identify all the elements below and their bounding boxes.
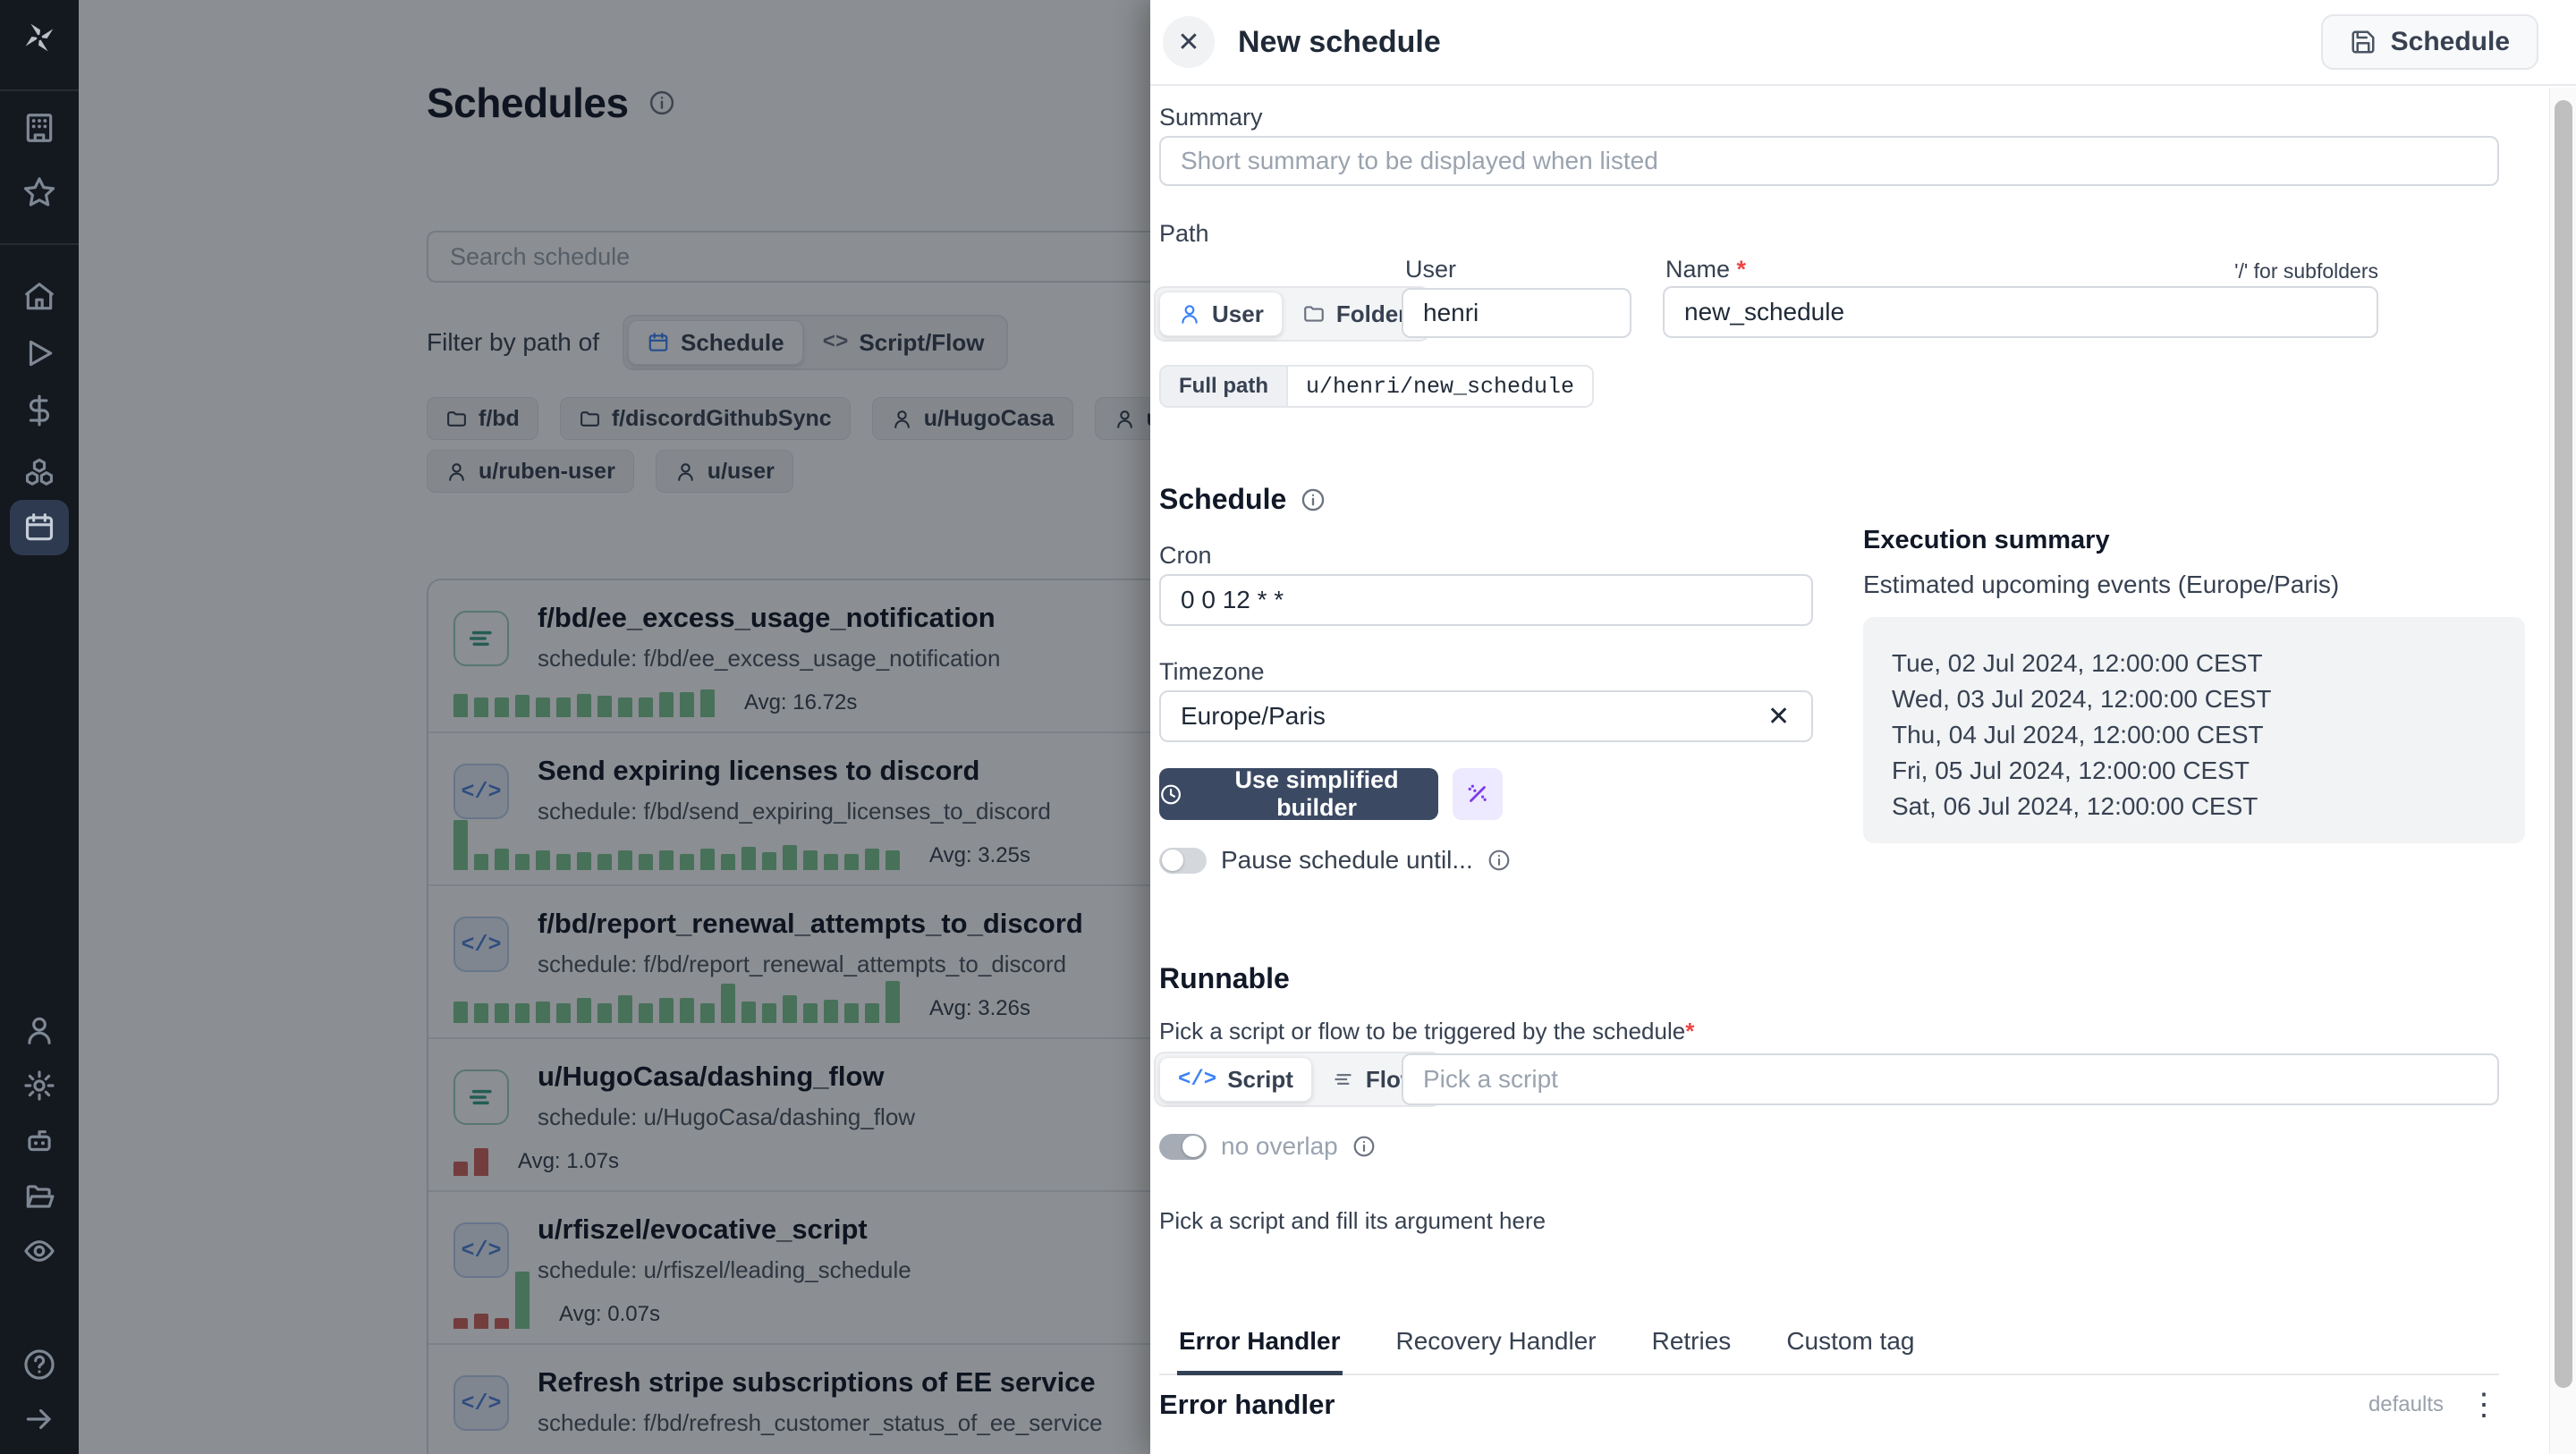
sidebar-item-folders[interactable]	[0, 1168, 79, 1225]
person-icon	[1182, 305, 1198, 324]
error-handler-heading: Error handler	[1159, 1389, 1335, 1420]
sidebar-item-schedules[interactable]	[0, 499, 79, 556]
full-path-value: u/henri/new_schedule	[1285, 367, 1593, 406]
sidebar-item-home[interactable]	[0, 268, 79, 325]
runnable-kind-toggle: </> Script Flow	[1154, 1052, 1443, 1107]
scrollbar-thumb[interactable]	[2555, 100, 2572, 1388]
owner-option-label: User	[1212, 300, 1264, 327]
save-button-label: Schedule	[2390, 27, 2510, 56]
error-handler-row: Error handler defaults ⋮	[1159, 1389, 2499, 1421]
execution-summary-heading: Execution summary	[1863, 526, 2110, 554]
handler-tab[interactable]: Retries	[1650, 1327, 1733, 1374]
save-icon	[2351, 30, 2375, 54]
builder-button-label: Use simplified builder	[1234, 766, 1399, 821]
no-overlap-row: no overlap	[1159, 1132, 1376, 1161]
cron-input[interactable]	[1159, 574, 1813, 626]
app: Schedules Filter by path of Schedule <> …	[0, 0, 2576, 1454]
owner-option-user[interactable]: User	[1159, 292, 1283, 336]
full-path-display: Full path u/henri/new_schedule	[1159, 365, 1595, 408]
timezone-clear-icon[interactable]: ✕	[1767, 701, 1790, 732]
new-schedule-drawer: ✕ New schedule Schedule Summary Path Use…	[1150, 0, 2576, 1454]
flow-icon	[1335, 1074, 1352, 1085]
windmill-logo-icon[interactable]	[0, 13, 79, 63]
summary-input[interactable]	[1159, 136, 2499, 186]
user-column-label: User	[1405, 256, 1457, 283]
timezone-label: Timezone	[1159, 658, 1265, 685]
handler-tabs: Error Handler Recovery Handler Retries C…	[1159, 1327, 2499, 1375]
no-overlap-label: no overlap	[1221, 1132, 1338, 1160]
upcoming-event: Tue, 02 Jul 2024, 12:00:00 CEST	[1892, 649, 2263, 677]
upcoming-event: Fri, 05 Jul 2024, 12:00:00 CEST	[1892, 757, 2250, 784]
folder-icon	[1303, 306, 1324, 322]
handler-tab[interactable]: Recovery Handler	[1394, 1327, 1598, 1374]
handler-tab[interactable]: Error Handler	[1177, 1327, 1343, 1375]
magic-wand-icon	[1468, 784, 1487, 802]
sidebar-collapse-arrow[interactable]	[0, 1391, 79, 1448]
cron-label: Cron	[1159, 542, 1212, 569]
drawer-body: Summary Path User Name * '/' for subfold…	[1150, 88, 2549, 1454]
upcoming-event: Sat, 06 Jul 2024, 12:00:00 CEST	[1892, 792, 2258, 820]
sidebar-item-variables[interactable]	[0, 382, 79, 439]
full-path-label: Full path	[1161, 367, 1286, 406]
sidebar-item-user[interactable]	[0, 1002, 79, 1059]
drawer-header: ✕ New schedule Schedule	[1150, 0, 2576, 86]
code-icon: </>	[1178, 1067, 1217, 1092]
pause-schedule-toggle[interactable]	[1159, 847, 1207, 874]
info-icon[interactable]	[1301, 487, 1326, 512]
tab-label: Recovery Handler	[1395, 1327, 1597, 1355]
runnable-hint: Pick a script and fill its argument here	[1159, 1207, 1546, 1234]
sidebar-item-workers[interactable]	[0, 1112, 79, 1170]
timezone-input[interactable]	[1159, 690, 1813, 742]
simplified-builder-button[interactable]: Use simplified builder	[1159, 766, 1438, 821]
ai-wand-button[interactable]	[1453, 768, 1503, 820]
sidebar-item-help[interactable]	[0, 1336, 79, 1393]
sidebar-item-runs[interactable]	[0, 325, 79, 382]
summary-label: Summary	[1159, 104, 1263, 131]
handler-tab[interactable]: Custom tag	[1784, 1327, 1916, 1374]
info-icon[interactable]	[1487, 849, 1511, 872]
required-asterisk: *	[1736, 256, 1747, 283]
tab-label: Custom tag	[1786, 1327, 1915, 1355]
kebab-menu-icon[interactable]: ⋮	[2469, 1390, 2499, 1420]
sidebar-item-audit[interactable]	[0, 1222, 79, 1280]
pause-schedule-row: Pause schedule until...	[1159, 846, 1511, 875]
subfolder-hint: '/' for subfolders	[2234, 259, 2378, 283]
path-user-input[interactable]	[1402, 288, 1631, 338]
sidebar	[0, 0, 79, 1454]
clock-icon	[1161, 784, 1181, 804]
owner-kind-toggle: User Folder	[1154, 286, 1431, 342]
save-schedule-button[interactable]: Schedule	[2320, 14, 2538, 70]
no-overlap-toggle[interactable]	[1159, 1133, 1207, 1160]
sidebar-item-workspace[interactable]	[0, 99, 79, 156]
pick-runnable-label: Pick a script or flow to be triggered by…	[1159, 1018, 1695, 1044]
drawer-scrollbar[interactable]	[2549, 88, 2576, 1454]
sidebar-item-resources[interactable]	[0, 443, 79, 500]
sidebar-item-favorites[interactable]	[0, 164, 79, 221]
pause-schedule-label: Pause schedule until...	[1221, 846, 1473, 874]
tab-label: Retries	[1651, 1327, 1732, 1355]
kind-option-label: Script	[1227, 1065, 1293, 1093]
sidebar-divider	[0, 243, 79, 245]
path-section-label: Path	[1159, 220, 1209, 247]
tab-label: Error Handler	[1179, 1327, 1341, 1355]
script-picker-input[interactable]	[1402, 1053, 2499, 1105]
close-icon[interactable]: ✕	[1163, 16, 1215, 68]
kind-option-script[interactable]: </> Script	[1159, 1057, 1312, 1102]
drawer-title: New schedule	[1238, 24, 1441, 59]
upcoming-events-panel: Tue, 02 Jul 2024, 12:00:00 CEST Wed, 03 …	[1863, 617, 2525, 843]
required-asterisk: *	[1685, 1018, 1695, 1044]
runnable-section-heading: Runnable	[1159, 962, 1290, 994]
owner-option-label: Folder	[1335, 300, 1408, 327]
path-name-input[interactable]	[1663, 286, 2378, 338]
info-icon[interactable]	[1352, 1135, 1376, 1158]
sidebar-item-settings[interactable]	[0, 1057, 79, 1114]
upcoming-event: Thu, 04 Jul 2024, 12:00:00 CEST	[1892, 721, 2264, 748]
upcoming-event: Wed, 03 Jul 2024, 12:00:00 CEST	[1892, 685, 2272, 713]
name-column-label: Name *	[1665, 256, 1747, 283]
schedule-section-heading: Schedule	[1159, 483, 1326, 516]
defaults-label: defaults	[2368, 1392, 2444, 1416]
execution-summary-subheading: Estimated upcoming events (Europe/Paris)	[1863, 571, 2340, 598]
sidebar-divider	[0, 89, 79, 91]
